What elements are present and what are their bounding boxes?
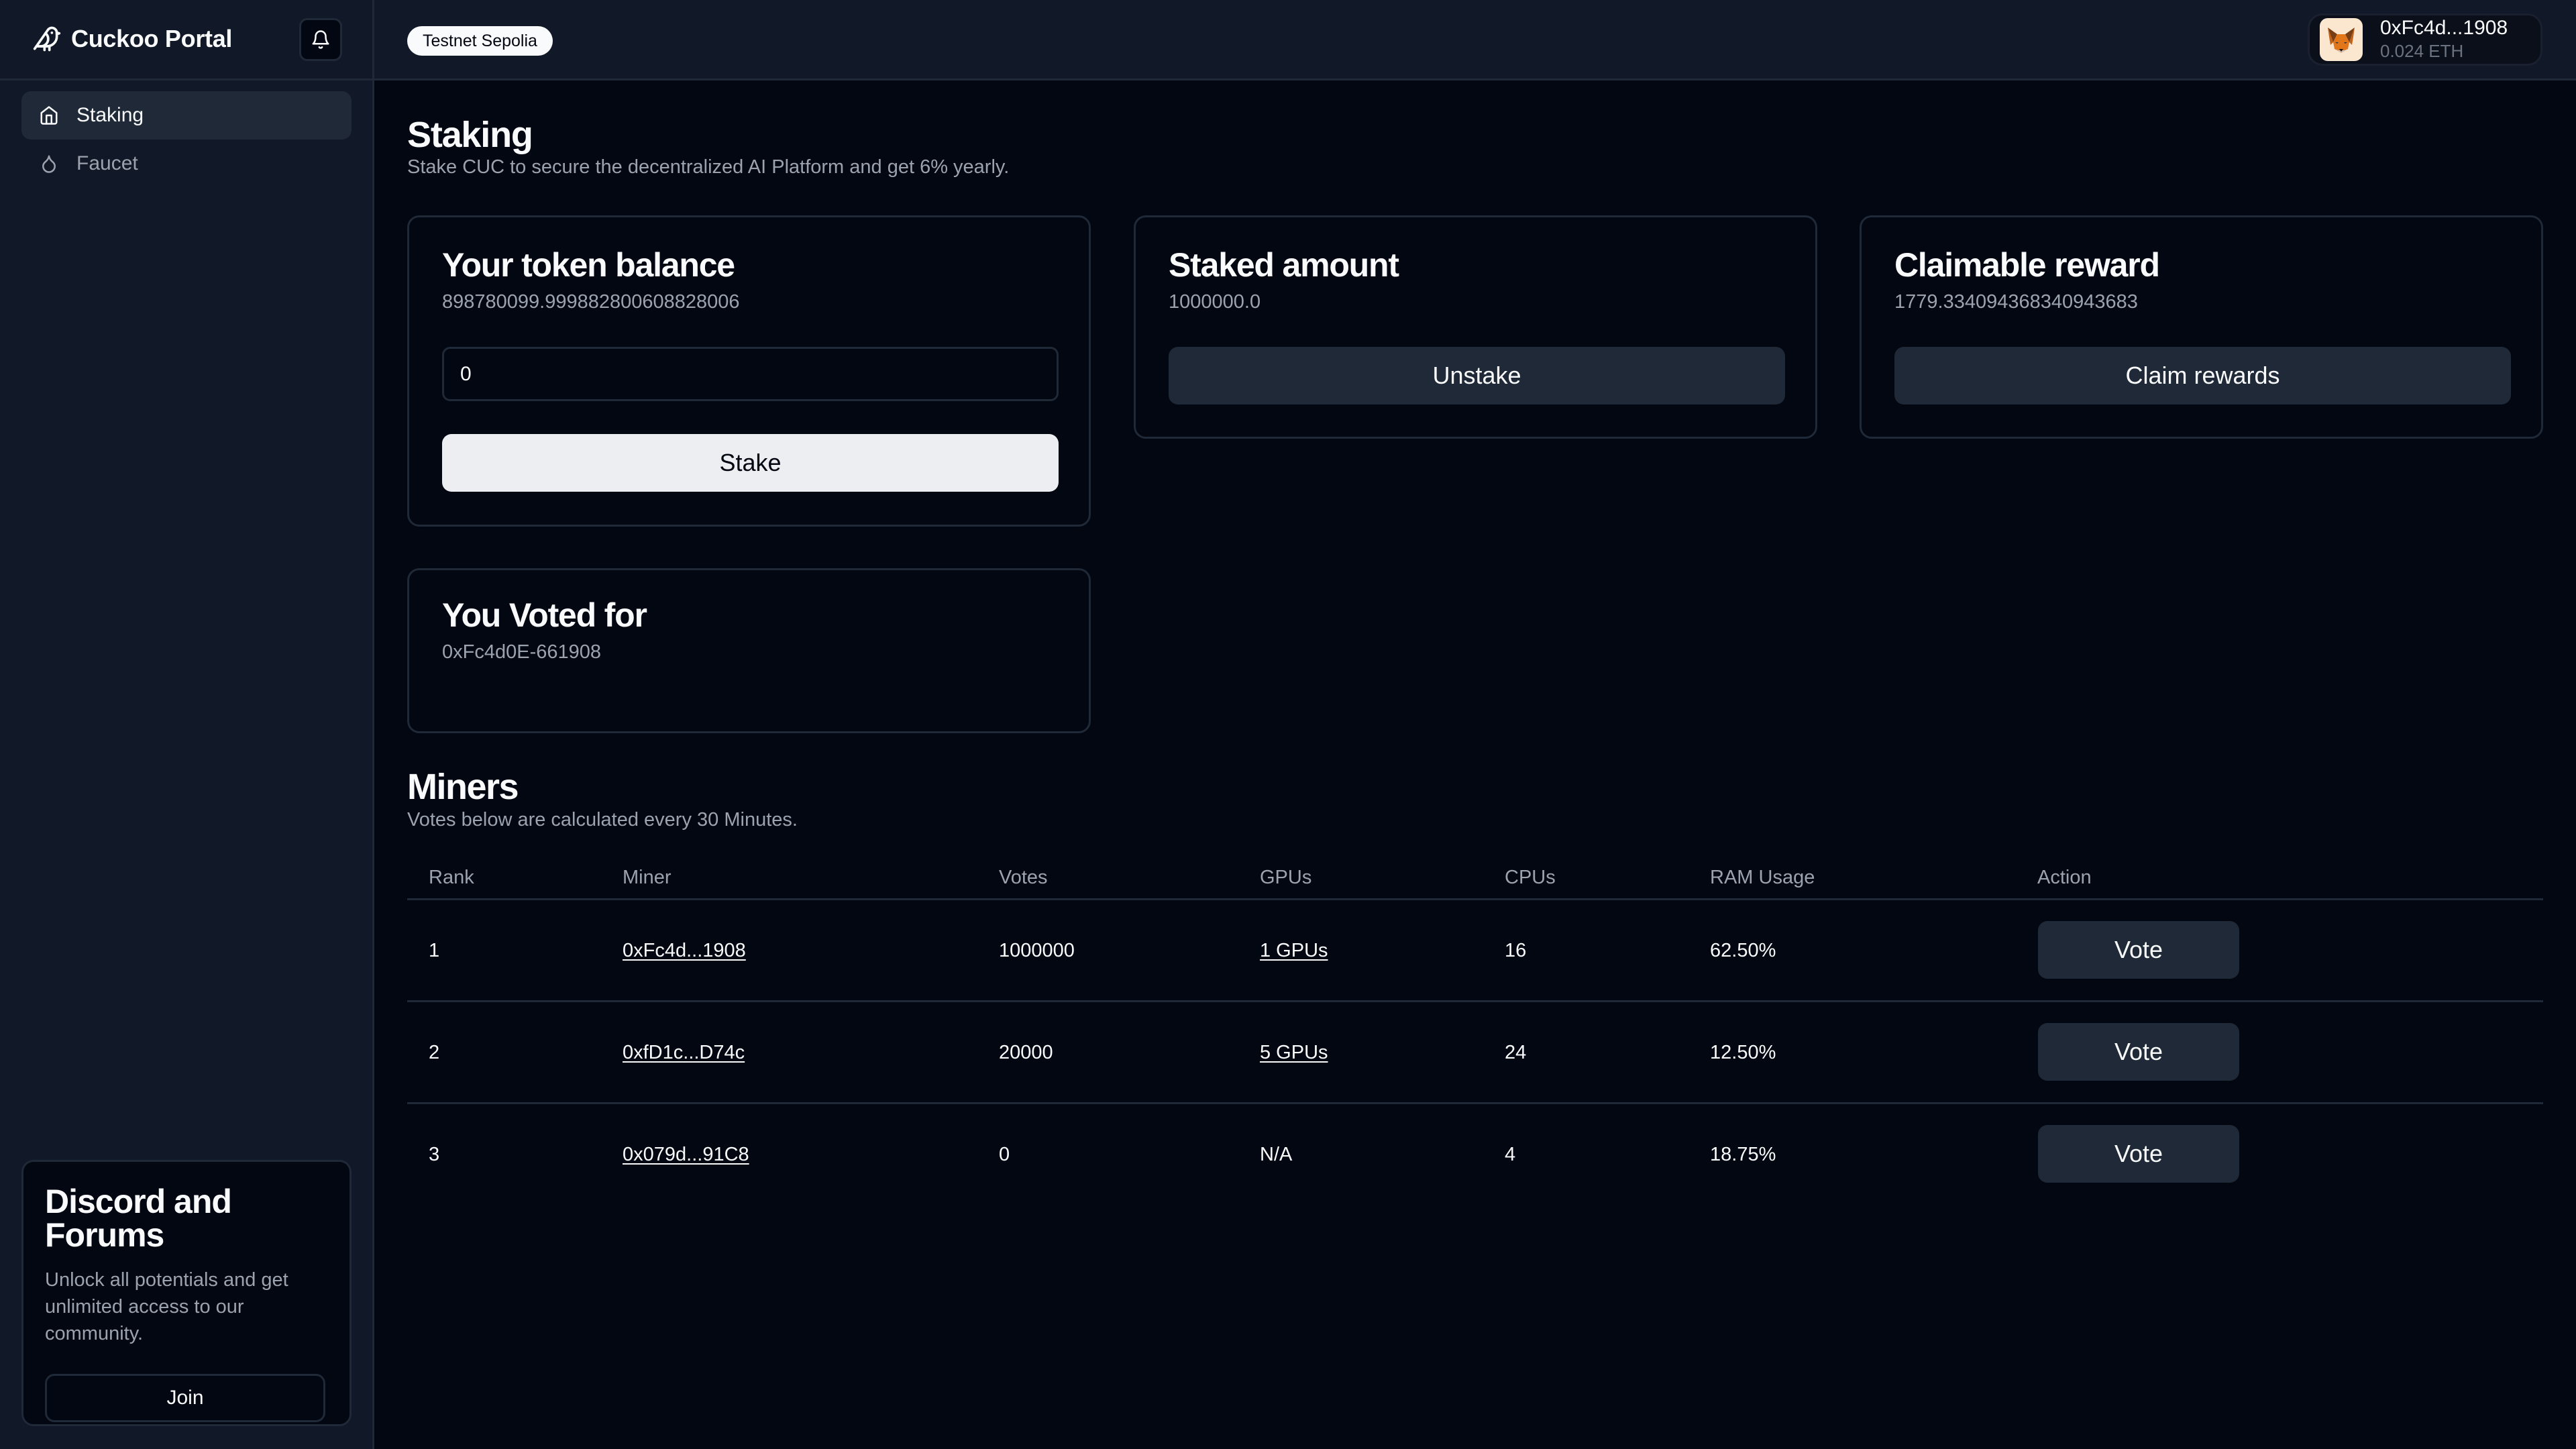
miner-votes: 1000000	[999, 940, 1075, 961]
column-header-miner: Miner	[623, 867, 672, 888]
table-header: Rank Miner Votes GPUs CPUs RAM Usage Act…	[407, 851, 2543, 900]
miner-votes: 0	[999, 1144, 1010, 1165]
miner-rank: 1	[429, 940, 440, 961]
card-title: Your token balance	[442, 246, 735, 284]
column-header-votes: Votes	[999, 867, 1048, 888]
miner-ram-usage: 18.75%	[1710, 1144, 1776, 1165]
miner-votes: 20000	[999, 1042, 1053, 1063]
page-subtitle: Stake CUC to secure the decentralized AI…	[407, 156, 1010, 178]
wallet-info: 0xFc4d...1908 0.024 ETH	[2380, 17, 2508, 62]
sidebar-nav: Staking Faucet	[21, 91, 352, 188]
miner-cpus: 4	[1505, 1144, 1516, 1165]
table-row: 1 0xFc4d...1908 1000000 1 GPUs 16 62.50%…	[407, 900, 2543, 1002]
unstake-button[interactable]: Unstake	[1169, 347, 1785, 405]
home-icon	[40, 106, 58, 125]
claimable-reward-value: 1779.334094368340943683	[1894, 291, 2138, 313]
token-balance-card: Your token balance 898780099.99988280060…	[407, 215, 1091, 527]
sidebar-header: Cuckoo Portal	[0, 0, 372, 80]
miner-rank: 3	[429, 1144, 440, 1165]
miner-cpus: 16	[1505, 940, 1527, 961]
miners-subtitle: Votes below are calculated every 30 Minu…	[407, 809, 798, 830]
app-title: Cuckoo Portal	[71, 25, 233, 52]
vote-button[interactable]: Vote	[2038, 1125, 2239, 1183]
bell-icon	[312, 30, 329, 49]
miner-gpus-cell: 5 GPUs	[1260, 1042, 1328, 1064]
miner-ram-usage: 62.50%	[1710, 940, 1776, 961]
bird-icon	[33, 26, 61, 52]
page-title: Staking	[407, 115, 533, 155]
sidebar-item-label: Faucet	[76, 152, 138, 174]
miner-address-link[interactable]: 0x079d...91C8	[623, 1144, 749, 1165]
card-title: Staked amount	[1169, 246, 1399, 284]
miner-address-link[interactable]: 0xfD1c...D74c	[623, 1042, 745, 1063]
column-header-cpus: CPUs	[1505, 867, 1556, 888]
sidebar-item-staking[interactable]: Staking	[21, 91, 352, 140]
miners-table: Rank Miner Votes GPUs CPUs RAM Usage Act…	[407, 851, 2543, 1206]
table-row: 2 0xfD1c...D74c 20000 5 GPUs 24 12.50% V…	[407, 1002, 2543, 1104]
voted-for-card: You Voted for 0xFc4d0E-661908	[407, 568, 1091, 733]
staked-amount-value: 1000000.0	[1169, 291, 1261, 313]
card-title: You Voted for	[442, 596, 647, 634]
miner-gpus-link[interactable]: 1 GPUs	[1260, 940, 1328, 961]
miner-rank: 2	[429, 1042, 440, 1063]
miners-title: Miners	[407, 767, 519, 807]
staked-amount-card: Staked amount 1000000.0 Unstake	[1134, 215, 1817, 439]
promo-description: Unlock all potentials and get unlimited …	[45, 1269, 288, 1344]
notifications-button[interactable]	[299, 18, 342, 61]
miner-gpus: N/A	[1260, 1144, 1293, 1165]
vote-button[interactable]: Vote	[2038, 1023, 2239, 1081]
community-promo-card: Discord and Forums Unlock all potentials…	[21, 1160, 352, 1426]
column-header-ram-usage: RAM Usage	[1710, 867, 1815, 888]
card-title: Claimable reward	[1894, 246, 2160, 284]
sidebar-item-faucet[interactable]: Faucet	[21, 140, 352, 188]
miner-gpus-link[interactable]: 5 GPUs	[1260, 1042, 1328, 1063]
miner-address-cell: 0xfD1c...D74c	[623, 1042, 745, 1064]
wallet-avatar	[2320, 18, 2363, 61]
stake-button[interactable]: Stake	[442, 434, 1059, 492]
column-header-action: Action	[2037, 867, 2092, 888]
vote-button[interactable]: Vote	[2038, 921, 2239, 979]
column-header-rank: Rank	[429, 867, 474, 888]
wallet-balance: 0.024 ETH	[2380, 41, 2464, 61]
column-header-gpus: GPUs	[1260, 867, 1312, 888]
table-row: 3 0x079d...91C8 0 N/A 4 18.75% Vote	[407, 1104, 2543, 1206]
sidebar-item-label: Staking	[76, 104, 144, 126]
topbar: Testnet Sepolia 0xFc4d...1908 0.024 ETH	[374, 0, 2576, 80]
network-badge: Testnet Sepolia	[407, 26, 553, 56]
promo-title: Discord and Forums	[45, 1183, 232, 1254]
voted-miner-value: 0xFc4d0E-661908	[442, 641, 601, 663]
wallet-button[interactable]: 0xFc4d...1908 0.024 ETH	[2308, 13, 2542, 66]
droplet-icon	[42, 155, 56, 173]
token-balance-value: 898780099.999882800608828006	[442, 291, 740, 313]
miner-gpus-cell: 1 GPUs	[1260, 940, 1328, 962]
metamask-fox-icon	[2328, 28, 2355, 53]
miner-address-cell: 0xFc4d...1908	[623, 940, 746, 962]
home-logo-link[interactable]: Cuckoo Portal	[32, 24, 232, 54]
join-button[interactable]: Join	[45, 1374, 325, 1422]
miner-address-link[interactable]: 0xFc4d...1908	[623, 940, 746, 961]
miner-ram-usage: 12.50%	[1710, 1042, 1776, 1063]
sidebar: Cuckoo Portal Staking Faucet Discord and…	[0, 0, 374, 1449]
wallet-address: 0xFc4d...1908	[2380, 17, 2508, 39]
claimable-reward-card: Claimable reward 1779.334094368340943683…	[1860, 215, 2543, 439]
app-root: Cuckoo Portal Staking Faucet Discord and…	[0, 0, 2576, 1449]
miner-cpus: 24	[1505, 1042, 1527, 1063]
miner-address-cell: 0x079d...91C8	[623, 1144, 749, 1166]
claim-rewards-button[interactable]: Claim rewards	[1894, 347, 2511, 405]
stake-amount-input[interactable]	[442, 347, 1059, 401]
